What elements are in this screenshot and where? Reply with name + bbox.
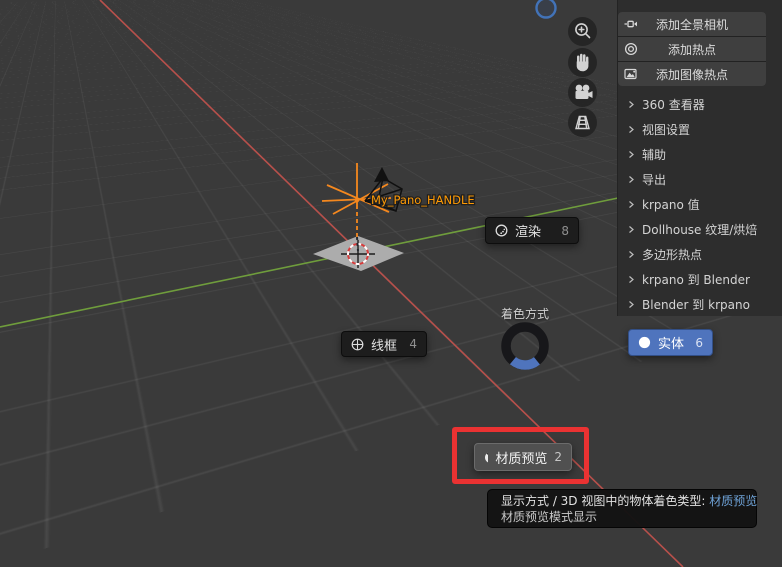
section-krpano-to-blender[interactable]: krpano 到 Blender [618,267,782,292]
chevron-right-icon [629,176,634,183]
pie-item-label: 实体 [658,337,685,352]
pie-item-hotkey: 8 [561,223,569,238]
section-label: krpano 到 Blender [642,273,750,287]
blender-3d-viewport-window: My_Pano_HANDLE 添加全景相机 添加热点 添加图像热点 360 查看… [0,0,782,567]
object-name-label: My_Pano_HANDLE [371,193,475,207]
pie-item-hotkey: 6 [695,335,703,350]
add-hotspot-button[interactable]: 添加热点 [618,37,766,61]
camera-up-triangle [374,167,389,182]
button-label: 添加热点 [667,42,716,57]
pie-item-wireframe[interactable]: 线框 4 [341,331,427,357]
section-assist[interactable]: 辅助 [618,142,782,167]
hotspot-icon [624,42,638,56]
section-label: 360 查看器 [642,98,705,112]
chevron-right-icon [629,126,634,133]
zoom-in-icon[interactable] [568,17,597,46]
add-panorama-camera-button[interactable]: 添加全景相机 [618,12,766,36]
highlight-box [452,427,589,484]
chevron-right-icon [629,301,634,308]
chevron-right-icon [629,151,634,158]
render-sphere-icon [495,224,508,237]
button-label: 添加图像热点 [655,67,728,82]
section-polygon-hotspot[interactable]: 多边形热点 [618,242,782,267]
chevron-right-icon [629,201,634,208]
add-image-hotspot-button[interactable]: 添加图像热点 [618,62,766,86]
image-hotspot-icon [624,68,637,80]
section-label: Blender 到 krpano [642,298,750,312]
sidebar-button-group: 添加全景相机 添加热点 添加图像热点 [618,12,766,86]
tooltip: 显示方式 / 3D 视图中的物体着色类型: 材质预览 材质预览模式显示 [487,489,757,528]
section-label: 辅助 [642,148,667,162]
tooltip-line1: 显示方式 / 3D 视图中的物体着色类型: 材质预览 [501,494,758,508]
section-label: 导出 [642,173,667,187]
section-krpano-values[interactable]: krpano 值 [618,192,782,217]
section-label: 多边形热点 [642,248,703,262]
button-label: 添加全景相机 [655,17,728,32]
empty-origin-dot [354,197,360,203]
chevron-right-icon [629,251,634,258]
pie-item-solid[interactable]: 实体 6 [628,329,713,356]
section-dollhouse-bake[interactable]: Dollhouse 纹理/烘焙 [618,217,782,242]
chevron-right-icon [629,226,634,233]
solid-sphere-icon [638,336,651,349]
pie-center-ring [501,322,549,370]
tooltip-value: 材质预览 [709,494,758,508]
pie-item-label: 线框 [371,338,398,354]
wireframe-sphere-icon [351,338,364,350]
sidebar-sections: 360 查看器 视图设置 辅助 导出 krpano 值 Dollhouse 纹理… [618,92,782,317]
orbit-gizmo-circle[interactable] [535,0,557,19]
pie-item-label: 渲染 [515,225,542,240]
section-label: 视图设置 [642,123,691,137]
pie-item-rendered[interactable]: 渲染 8 [485,217,579,244]
section-view-settings[interactable]: 视图设置 [618,117,782,142]
sidebar-panel: 添加全景相机 添加热点 添加图像热点 360 查看器 视图设置 辅助 导出 kr… [617,0,782,316]
section-label: Dollhouse 纹理/烘焙 [642,223,758,237]
tooltip-line2: 材质预览模式显示 [501,509,598,524]
panorama-camera-icon [624,20,637,28]
pan-hand-icon[interactable] [568,48,597,77]
grid-ortho-icon[interactable] [568,108,597,137]
pie-item-hotkey: 4 [409,337,417,351]
section-export[interactable]: 导出 [618,167,782,192]
section-blender-to-krpano[interactable]: Blender 到 krpano [618,292,782,317]
chevron-right-icon [629,101,634,108]
section-label: krpano 值 [642,198,700,212]
section-360-viewer[interactable]: 360 查看器 [618,92,782,117]
camera-view-icon[interactable] [568,78,597,107]
chevron-right-icon [629,276,634,283]
